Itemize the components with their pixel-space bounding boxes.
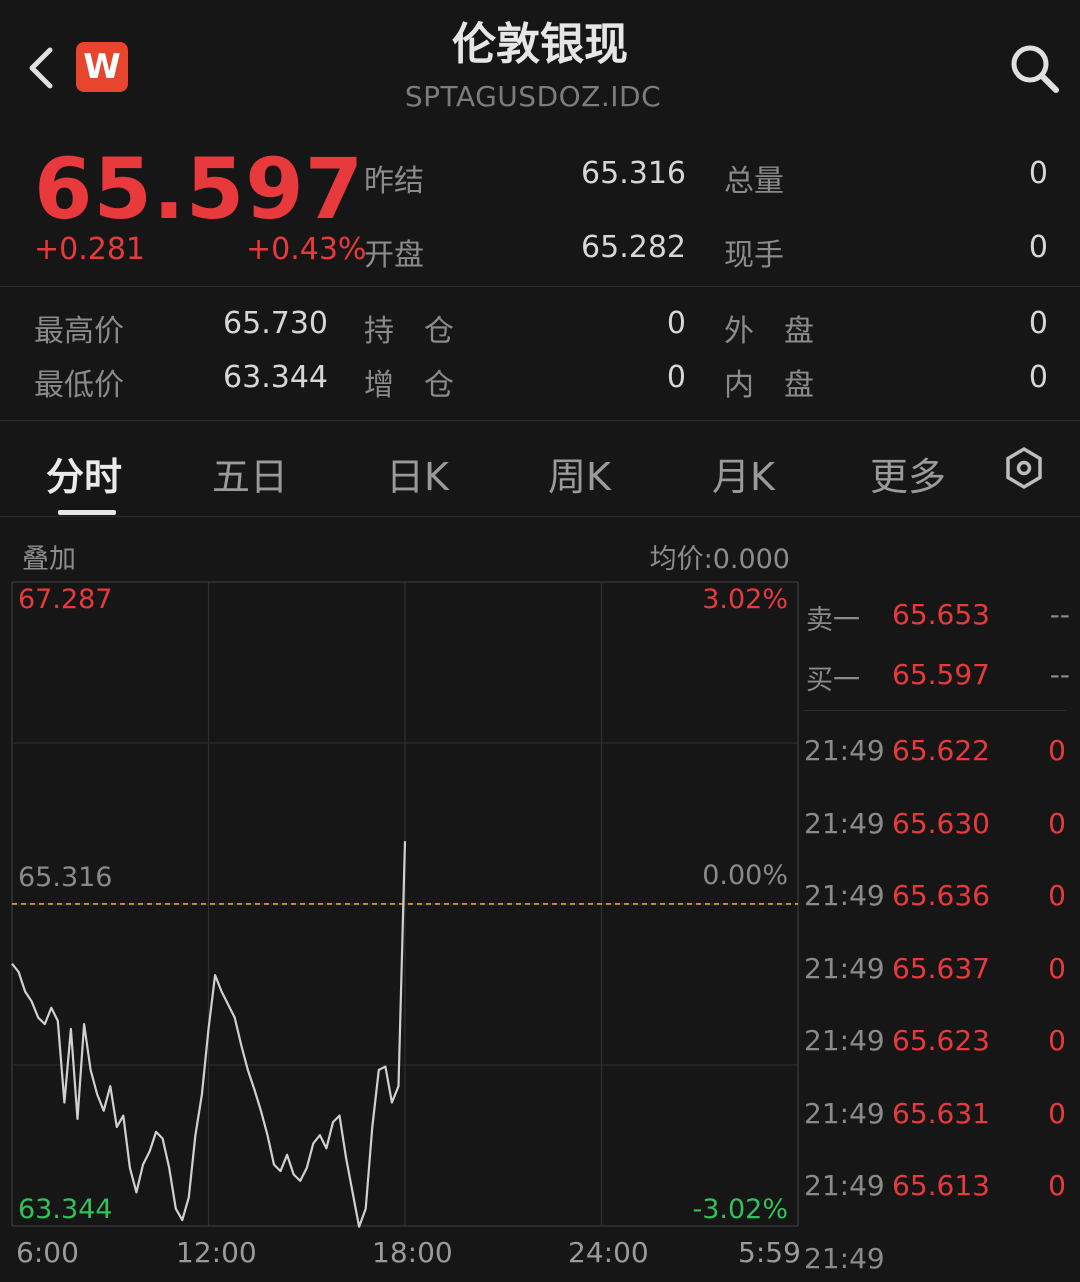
active-tab-indicator [58, 510, 116, 515]
price-change: +0.281 [34, 232, 146, 267]
tick-time: 21:49 [804, 1169, 885, 1202]
inner-value: 0 [1028, 360, 1048, 395]
tick-volume: 0 [1048, 734, 1066, 767]
pct-axis-min-label: -3.02% [692, 1194, 788, 1225]
open-interest-value: 0 [666, 306, 686, 341]
tick-volume: 0 [1048, 879, 1066, 912]
tick-price: 65.630 [892, 806, 990, 840]
tick-volume: 0 [1048, 1096, 1066, 1130]
tab-more[interactable]: 更多 [870, 446, 946, 501]
y-axis-mid-label: 65.316 [18, 862, 113, 893]
high-label: 最高价 [34, 314, 124, 349]
oi-change-value: 0 [666, 360, 686, 395]
time-label: 12:00 [176, 1236, 257, 1269]
settings-icon[interactable] [1002, 446, 1046, 490]
intraday-chart[interactable] [0, 570, 800, 1234]
tick-volume: 0 [1048, 806, 1066, 840]
open-interest-label: 持 仓 [364, 314, 454, 349]
tick-row: 21:49 65.631 0 [804, 1097, 1068, 1137]
divider [0, 286, 1080, 287]
tab-monthly-k[interactable]: 月K [712, 446, 775, 501]
last-volume-value: 0 [1028, 230, 1048, 265]
y-axis-min-label: 63.344 [18, 1194, 113, 1225]
tick-price: 65.636 [892, 879, 990, 912]
time-label: 6:00 [16, 1236, 79, 1269]
time-label: 24:00 [568, 1236, 649, 1269]
low-label: 最低价 [34, 368, 124, 403]
tick-row: 21:49 65.636 0 [804, 879, 1068, 919]
last-volume-label: 现手 [724, 238, 784, 273]
tick-row: 21:49 65.622 0 [804, 734, 1068, 774]
bid-price: 65.597 [892, 658, 990, 691]
tick-price: 65.637 [892, 951, 990, 985]
tick-time: 21:49 [804, 951, 885, 985]
search-icon[interactable] [1006, 40, 1062, 96]
open-value: 65.282 [581, 230, 686, 265]
ask-volume: -- [1049, 598, 1070, 631]
total-volume-label: 总量 [724, 164, 784, 199]
tab-daily-k[interactable]: 日K [386, 446, 449, 501]
y-axis-max-label: 67.287 [18, 584, 113, 615]
ask-label: 卖一 [806, 605, 860, 636]
divider [0, 420, 1080, 421]
prev-close-value: 65.316 [581, 156, 686, 191]
last-price: 65.597 [34, 140, 365, 238]
tick-row: 21:49 [804, 1242, 1068, 1282]
symbol-code: SPTAGUSDOZ.IDC [404, 80, 662, 113]
price-change-percent: +0.43% [246, 232, 367, 267]
inner-label: 内 盘 [724, 368, 814, 403]
tab-intraday[interactable]: 分时 [46, 446, 122, 501]
tick-volume: 0 [1048, 1024, 1066, 1057]
ask-price: 65.653 [892, 598, 990, 631]
tick-row: 21:49 65.613 0 [804, 1169, 1068, 1209]
low-value: 63.344 [223, 360, 328, 395]
tick-price: 65.623 [892, 1024, 990, 1057]
prev-close-label: 昨结 [364, 164, 424, 199]
page-title: 伦敦银现 [452, 19, 628, 70]
bid-volume: -- [1049, 658, 1070, 691]
tick-time: 21:49 [804, 806, 885, 840]
tick-row: 21:49 65.623 0 [804, 1024, 1068, 1064]
open-label: 开盘 [364, 238, 424, 273]
bid-label: 买一 [806, 665, 860, 696]
tick-time: 21:49 [804, 734, 885, 767]
tick-volume: 0 [1048, 951, 1066, 985]
tick-time: 21:49 [804, 1241, 885, 1275]
divider [0, 516, 1080, 517]
oi-change-label: 增 仓 [364, 368, 454, 403]
time-label: 5:59 [738, 1236, 801, 1269]
high-value: 65.730 [223, 306, 328, 341]
tab-weekly-k[interactable]: 周K [548, 446, 611, 501]
divider [804, 710, 1066, 711]
tick-time: 21:49 [804, 1024, 885, 1057]
outer-value: 0 [1028, 306, 1048, 341]
tick-price: 65.631 [892, 1096, 990, 1130]
pct-axis-max-label: 3.02% [702, 584, 788, 615]
total-volume-value: 0 [1028, 156, 1048, 191]
time-label: 18:00 [372, 1236, 453, 1269]
tick-price: 65.613 [892, 1169, 990, 1202]
tick-row: 21:49 65.630 0 [804, 807, 1068, 847]
tick-time: 21:49 [804, 879, 885, 912]
tick-row: 21:49 65.637 0 [804, 952, 1068, 992]
tick-time: 21:49 [804, 1096, 885, 1130]
outer-label: 外 盘 [724, 314, 814, 349]
tick-price: 65.622 [892, 734, 990, 767]
tab-five-day[interactable]: 五日 [212, 446, 288, 501]
tick-volume: 0 [1048, 1169, 1066, 1202]
pct-axis-mid-label: 0.00% [702, 860, 788, 891]
